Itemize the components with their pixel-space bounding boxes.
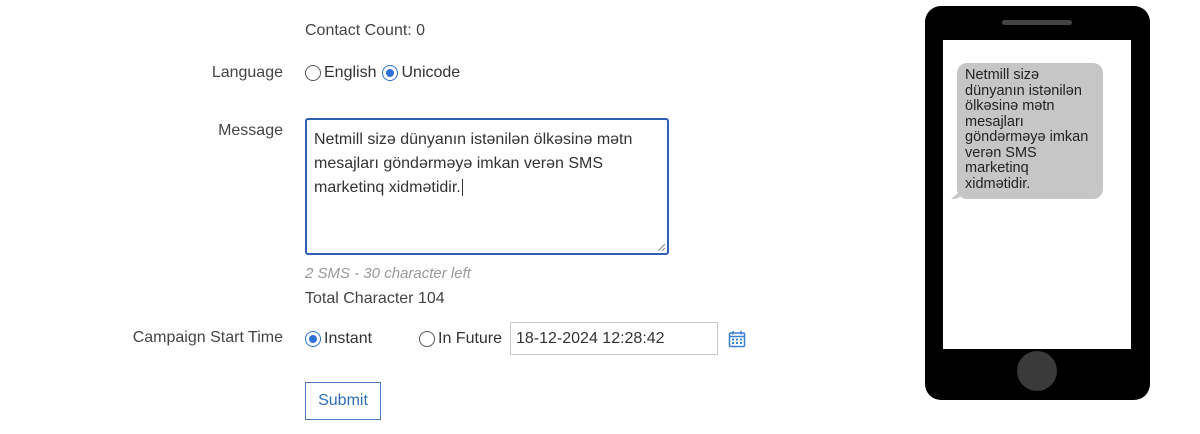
sms-campaign-form: Contact Count: 0 Language English Unicod… <box>0 0 1200 434</box>
phone-speaker <box>1002 20 1072 25</box>
message-textarea[interactable]: Netmill sizə dünyanın istənilən ölkəsinə… <box>305 118 669 255</box>
campaign-datetime-input[interactable]: 18-12-2024 12:28:42 <box>510 322 718 355</box>
campaign-instant-label[interactable]: Instant <box>324 330 372 348</box>
campaign-future-label[interactable]: In Future <box>438 330 502 348</box>
calendar-icon[interactable] <box>728 330 746 348</box>
phone-screen: Netmill sizə dünyanın istənilən ölkəsinə… <box>943 40 1131 349</box>
total-character: Total Character 104 <box>305 290 445 307</box>
phone-preview: Netmill sizə dünyanın istənilən ölkəsinə… <box>925 6 1150 400</box>
message-label: Message <box>218 122 283 139</box>
language-label: Language <box>211 64 283 81</box>
campaign-future-radio[interactable] <box>419 331 435 347</box>
campaign-future-option: In Future <box>419 330 502 348</box>
campaign-instant-option: Instant <box>305 330 372 348</box>
message-text: Netmill sizə dünyanın istənilən ölkəsinə… <box>314 131 633 196</box>
campaign-instant-radio[interactable] <box>305 331 321 347</box>
contact-count: Contact Count: 0 <box>305 22 426 39</box>
campaign-datetime-value: 18-12-2024 12:28:42 <box>516 329 665 347</box>
sms-preview-bubble: Netmill sizə dünyanın istənilən ölkəsinə… <box>957 63 1103 199</box>
language-english-label[interactable]: English <box>324 64 376 82</box>
phone-home-button <box>1017 351 1057 391</box>
language-english-radio[interactable] <box>305 65 321 81</box>
submit-button[interactable]: Submit <box>305 382 381 420</box>
campaign-start-label: Campaign Start Time <box>132 329 283 346</box>
sms-info-hint: 2 SMS - 30 character left <box>305 265 471 282</box>
language-radio-group: English Unicode <box>305 64 460 82</box>
text-cursor <box>461 179 463 196</box>
resize-grip-icon[interactable] <box>657 243 665 251</box>
language-unicode-label[interactable]: Unicode <box>401 64 460 82</box>
language-unicode-radio[interactable] <box>382 65 399 81</box>
sms-preview-text: Netmill sizə dünyanın istənilən ölkəsinə… <box>965 67 1089 192</box>
